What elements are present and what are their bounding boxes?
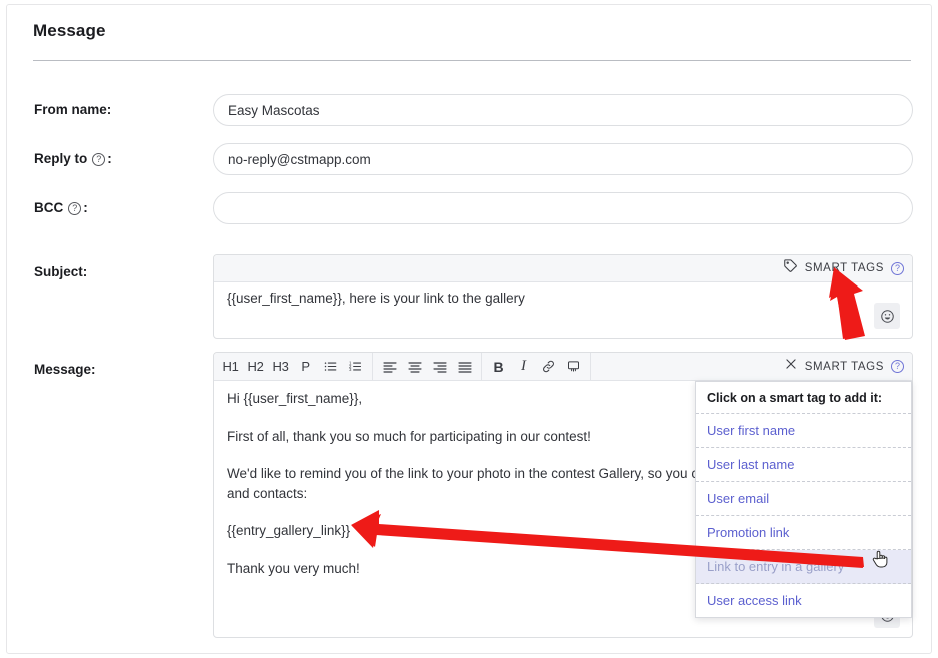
- close-x-icon[interactable]: [784, 357, 798, 376]
- toolbar-group-align: [373, 353, 482, 380]
- smart-tags-dropdown: Click on a smart tag to add it: User fir…: [695, 381, 912, 618]
- smart-tag-user-access-link[interactable]: User access link: [696, 584, 911, 617]
- subject-smart-tags-label: SMART TAGS: [804, 262, 884, 274]
- subject-editor-toolbar: SMART TAGS ?: [214, 255, 912, 282]
- page-title: Message: [33, 21, 106, 40]
- message-paragraph-line: We'd like to remind you of the link to y…: [227, 466, 699, 482]
- smart-tag-promotion-link[interactable]: Promotion link: [696, 516, 911, 550]
- message-editor-toolbar: H1 H2 H3 P 1 2 3 B I SMART TAGS ?: [214, 353, 912, 381]
- subject-label: Subject:: [34, 264, 88, 279]
- paragraph-button[interactable]: P: [293, 354, 318, 380]
- pointing-hand-cursor: [871, 549, 889, 569]
- smart-tags-dropdown-heading: Click on a smart tag to add it:: [696, 382, 911, 414]
- subject-smart-tags-button[interactable]: SMART TAGS ?: [783, 255, 904, 281]
- reply-to-label-colon: :: [107, 151, 112, 166]
- reply-to-input[interactable]: [213, 143, 913, 175]
- toolbar-group-inline: B I: [482, 353, 591, 380]
- from-name-input[interactable]: [213, 94, 913, 126]
- help-circle-icon[interactable]: ?: [891, 360, 904, 373]
- message-label: Message:: [34, 362, 96, 377]
- message-settings-card: Message From name: Reply to?: BCC?: Subj…: [6, 4, 932, 654]
- heading-3-button[interactable]: H3: [268, 354, 293, 380]
- message-paragraph-line: and contacts:: [227, 485, 308, 501]
- title-divider: [33, 60, 911, 61]
- align-left-button[interactable]: [377, 354, 402, 380]
- reply-to-label-text: Reply to: [34, 151, 88, 166]
- subject-value[interactable]: {{user_first_name}}, here is your link t…: [227, 291, 525, 306]
- smart-tag-user-last-name[interactable]: User last name: [696, 448, 911, 482]
- smart-tag-user-first-name[interactable]: User first name: [696, 414, 911, 448]
- bcc-label-colon: :: [83, 200, 88, 215]
- subject-emoji-button[interactable]: [874, 303, 900, 329]
- tag-icon: [783, 258, 798, 278]
- align-center-button[interactable]: [402, 354, 427, 380]
- bcc-input[interactable]: [213, 192, 913, 224]
- smart-tag-user-email[interactable]: User email: [696, 482, 911, 516]
- from-name-label: From name:: [34, 102, 112, 117]
- message-smart-tags-button[interactable]: SMART TAGS ?: [784, 353, 904, 380]
- unlink-icon[interactable]: [561, 354, 586, 380]
- link-icon[interactable]: [536, 354, 561, 380]
- numbered-list-button[interactable]: 1 2 3: [343, 354, 368, 380]
- heading-1-button[interactable]: H1: [218, 354, 243, 380]
- bcc-label: BCC?:: [34, 200, 88, 215]
- subject-editor: SMART TAGS ? {{user_first_name}}, here i…: [213, 254, 913, 339]
- help-circle-icon[interactable]: ?: [68, 202, 82, 215]
- align-justify-button[interactable]: [452, 354, 477, 380]
- message-smart-tags-label: SMART TAGS: [804, 360, 884, 373]
- bullet-list-button[interactable]: [318, 354, 343, 380]
- reply-to-label: Reply to?:: [34, 151, 112, 166]
- bcc-label-text: BCC: [34, 200, 64, 215]
- bold-button[interactable]: B: [486, 354, 511, 380]
- toolbar-group-blocks: H1 H2 H3 P 1 2 3: [214, 353, 373, 380]
- align-right-button[interactable]: [427, 354, 452, 380]
- help-circle-icon[interactable]: ?: [92, 153, 106, 166]
- svg-text:3: 3: [349, 367, 352, 372]
- italic-button[interactable]: I: [511, 354, 536, 380]
- heading-2-button[interactable]: H2: [243, 354, 268, 380]
- help-circle-icon[interactable]: ?: [891, 261, 904, 275]
